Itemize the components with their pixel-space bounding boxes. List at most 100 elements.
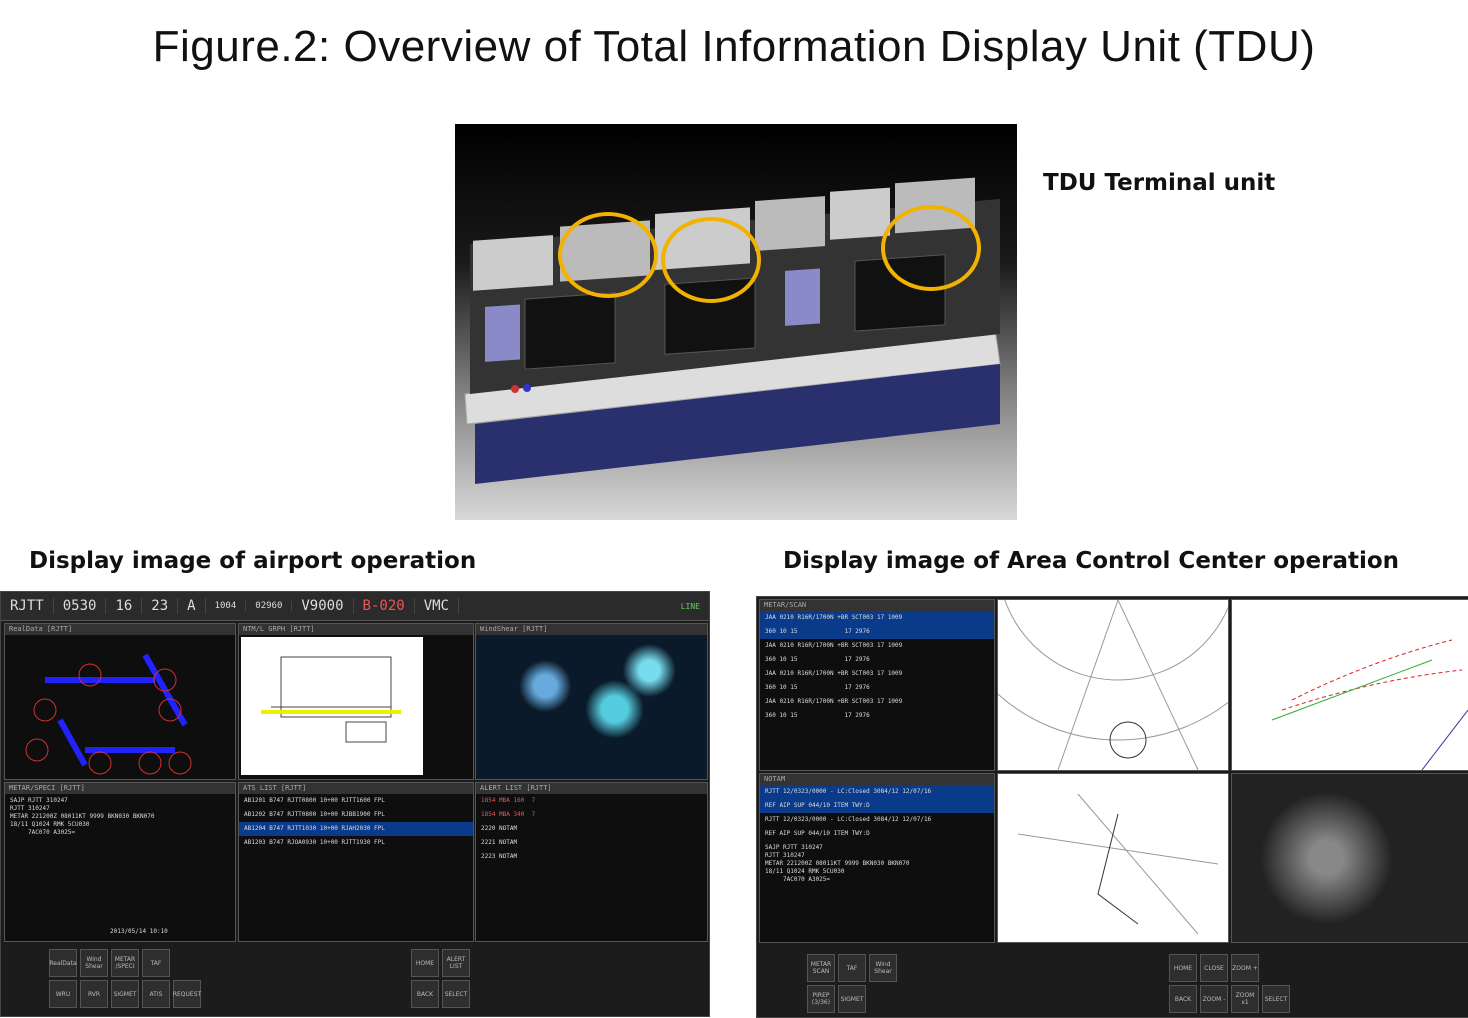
acc-sigmet-button[interactable]: SIGMET <box>838 985 866 1013</box>
realdata-panel: RealData [RJTT] <box>4 623 236 780</box>
acc-notam-title: NOTAM <box>760 774 994 785</box>
back-button[interactable]: BACK <box>411 980 439 1008</box>
ntm-panel: NTM/L GRPH [RJTT] <box>238 623 474 780</box>
ats-panel: ATS LIST [RJTT] AB1201 B747 RJTT0800 10+… <box>238 782 474 942</box>
metar-text: SAJP RJTT 310247 RJTT 310247 METAR 22120… <box>10 797 155 836</box>
windshear-button[interactable]: Wind Shear <box>80 949 108 977</box>
alert-panel: ALERT LIST [RJTT] 1854 MBA 160 7 1854 MB… <box>475 782 708 942</box>
metar-panel: METAR/SPECI [RJTT] SAJP RJTT 310247 RJTT… <box>4 782 236 942</box>
acc-button-row-1: METAR SCAN TAF Wind Shear <box>807 954 897 982</box>
acc-metar-row[interactable]: JAA 0210 R16R/1700N +BR SCT003 17 1009 <box>760 667 994 681</box>
terminal-illustration <box>464 177 1001 484</box>
rvr-button[interactable]: RVR <box>80 980 108 1008</box>
notam-row[interactable]: RJTT 12/0323/0000 - LC:Closed 3084/12 12… <box>760 785 994 799</box>
realdata-button[interactable]: RealData <box>49 949 77 977</box>
airport-button-row-1: RealData Wind Shear METAR /SPECI TAF <box>49 949 170 977</box>
ats-title: ATS LIST [RJTT] <box>239 783 473 794</box>
acc-back-button[interactable]: BACK <box>1169 985 1197 1013</box>
airport-map <box>241 637 423 775</box>
highlight-ring-2 <box>661 217 761 303</box>
topbar-info: A <box>178 598 206 614</box>
acc-metar-row[interactable]: JAA 0210 R16R/1700N +BR SCT003 17 1009 <box>760 611 994 625</box>
acc-home-button[interactable]: HOME <box>1169 954 1197 982</box>
satellite-panel <box>1231 773 1468 943</box>
airport-topbar: RJTT 0530 16 23 A 1004 02960 V9000 B-020… <box>1 592 709 621</box>
select-button[interactable]: SELECT <box>442 980 470 1008</box>
acc-metar-scan-button[interactable]: METAR SCAN <box>807 954 835 982</box>
alert-row[interactable]: 1854 MBA 340 7 <box>476 808 707 822</box>
ats-row[interactable]: AB1204 B747 RJTT1030 10+00 RJAH2030 FPL <box>239 822 473 836</box>
metar-button[interactable]: METAR /SPECI <box>111 949 139 977</box>
highlight-ring-1 <box>558 212 658 298</box>
topbar-visibility: V9000 <box>292 598 354 614</box>
ntm-title: NTM/L GRPH [RJTT] <box>239 624 473 635</box>
acc-caption: Display image of Area Control Center ope… <box>783 548 1400 574</box>
atis-button[interactable]: ATIS <box>142 980 170 1008</box>
windshear-title: WindShear [RJTT] <box>476 624 707 635</box>
acc-close-button[interactable]: CLOSE <box>1200 954 1228 982</box>
tdu-terminal-caption: TDU Terminal unit <box>1043 170 1276 196</box>
airport-button-row-2: WRU RVR SIGMET ATIS REQUEST <box>49 980 201 1008</box>
airport-nav-row-1: HOME ALERT LIST <box>411 949 470 977</box>
taf-button[interactable]: TAF <box>142 949 170 977</box>
topbar-line-status: LINE <box>680 601 700 611</box>
acc-nav-row-2: BACK ZOOM - ZOOM x1 SELECT <box>1169 985 1290 1013</box>
acc-metar-panel: METAR/SCAN JAA 0210 R16R/1700N +BR SCT00… <box>759 599 995 771</box>
topbar-time: 0530 <box>54 598 107 614</box>
figure-title: Figure.2: Overview of Total Information … <box>152 22 1316 71</box>
notam-row[interactable]: RJTT 12/0323/0000 - LC:Closed 3084/12 12… <box>760 813 994 827</box>
topbar-qnh: 1004 <box>206 601 247 611</box>
tdu-terminal-photo <box>455 124 1017 520</box>
alert-title: ALERT LIST [RJTT] <box>476 783 707 794</box>
topbar-airport-code: RJTT <box>1 598 54 614</box>
acc-zoom-out-button[interactable]: ZOOM - <box>1200 985 1228 1013</box>
request-button[interactable]: REQUEST <box>173 980 201 1008</box>
home-button[interactable]: HOME <box>411 949 439 977</box>
metar-timestamp: 2013/05/14 10:10 <box>110 928 168 935</box>
notam-text: SAJP RJTT 310247 RJTT 310247 METAR 22120… <box>765 844 910 883</box>
acc-metar-row[interactable]: JAA 0210 R16R/1700N +BR SCT003 17 1009 <box>760 639 994 653</box>
acc-metar-row[interactable]: 360 10 15 17 2976 <box>760 681 994 695</box>
topbar-runway-1: 16 <box>106 598 143 614</box>
acc-taf-button[interactable]: TAF <box>838 954 866 982</box>
notam-row[interactable]: REF AIP SUP 044/10 ITEM TWY:D <box>760 827 994 841</box>
realdata-title: RealData [RJTT] <box>5 624 235 635</box>
acc-metar-row[interactable]: JAA 0210 R16R/1700N +BR SCT003 17 1009 <box>760 695 994 709</box>
acc-pirep-button[interactable]: PIREP (3/36) <box>807 985 835 1013</box>
wru-button[interactable]: WRU <box>49 980 77 1008</box>
forecast-map-panel <box>1231 599 1468 771</box>
alert-row[interactable]: 2221 NOTAM <box>476 836 707 850</box>
acc-metar-row[interactable]: 360 10 15 17 2976 <box>760 709 994 723</box>
acc-zoom-in-button[interactable]: ZOOM + <box>1231 954 1259 982</box>
topbar-vmc: VMC <box>415 598 459 614</box>
acc-notam-panel: NOTAM RJTT 12/0323/0000 - LC:Closed 3084… <box>759 773 995 943</box>
acc-nav-row-1: HOME CLOSE ZOOM + <box>1169 954 1259 982</box>
topbar-ceiling: B-020 <box>354 598 415 614</box>
topbar-altimeter: 02960 <box>246 601 293 611</box>
highlight-ring-3 <box>881 205 981 291</box>
airport-nav-row-2: BACK SELECT <box>411 980 470 1008</box>
alert-row[interactable]: 1854 MBA 160 7 <box>476 794 707 808</box>
notam-row[interactable]: REF AIP SUP 044/10 ITEM TWY:D <box>760 799 994 813</box>
acc-windshear-button[interactable]: Wind Shear <box>869 954 897 982</box>
windshear-panel: WindShear [RJTT] <box>475 623 708 780</box>
sigmet-button[interactable]: SIGMET <box>111 980 139 1008</box>
ats-row[interactable]: AB1203 B747 RJOA0930 10+00 RJTT1930 FPL <box>239 836 473 850</box>
acc-display: METAR/SCAN JAA 0210 R16R/1700N +BR SCT00… <box>756 596 1468 1018</box>
ats-row[interactable]: AB1202 B747 RJTT0800 10+00 RJBB1900 FPL <box>239 808 473 822</box>
acc-select-button[interactable]: SELECT <box>1262 985 1290 1013</box>
acc-metar-title: METAR/SCAN <box>760 600 994 611</box>
alert-row[interactable]: 2220 NOTAM <box>476 822 707 836</box>
acc-metar-row[interactable]: 360 10 15 17 2976 <box>760 653 994 667</box>
alert-list-button[interactable]: ALERT LIST <box>442 949 470 977</box>
weather-chart-panel <box>997 773 1229 943</box>
typhoon-map-panel <box>941 597 1295 771</box>
alert-row[interactable]: 2223 NOTAM <box>476 850 707 864</box>
runway-diagram <box>25 653 192 775</box>
topbar-runway-2: 23 <box>142 598 179 614</box>
acc-metar-row[interactable]: 360 10 15 17 2976 <box>760 625 994 639</box>
airport-caption: Display image of airport operation <box>29 548 477 574</box>
acc-zoom-reset-button[interactable]: ZOOM x1 <box>1231 985 1259 1013</box>
ats-row[interactable]: AB1201 B747 RJTT0800 10+00 RJTT1600 FPL <box>239 794 473 808</box>
airport-display: RJTT 0530 16 23 A 1004 02960 V9000 B-020… <box>0 591 710 1017</box>
